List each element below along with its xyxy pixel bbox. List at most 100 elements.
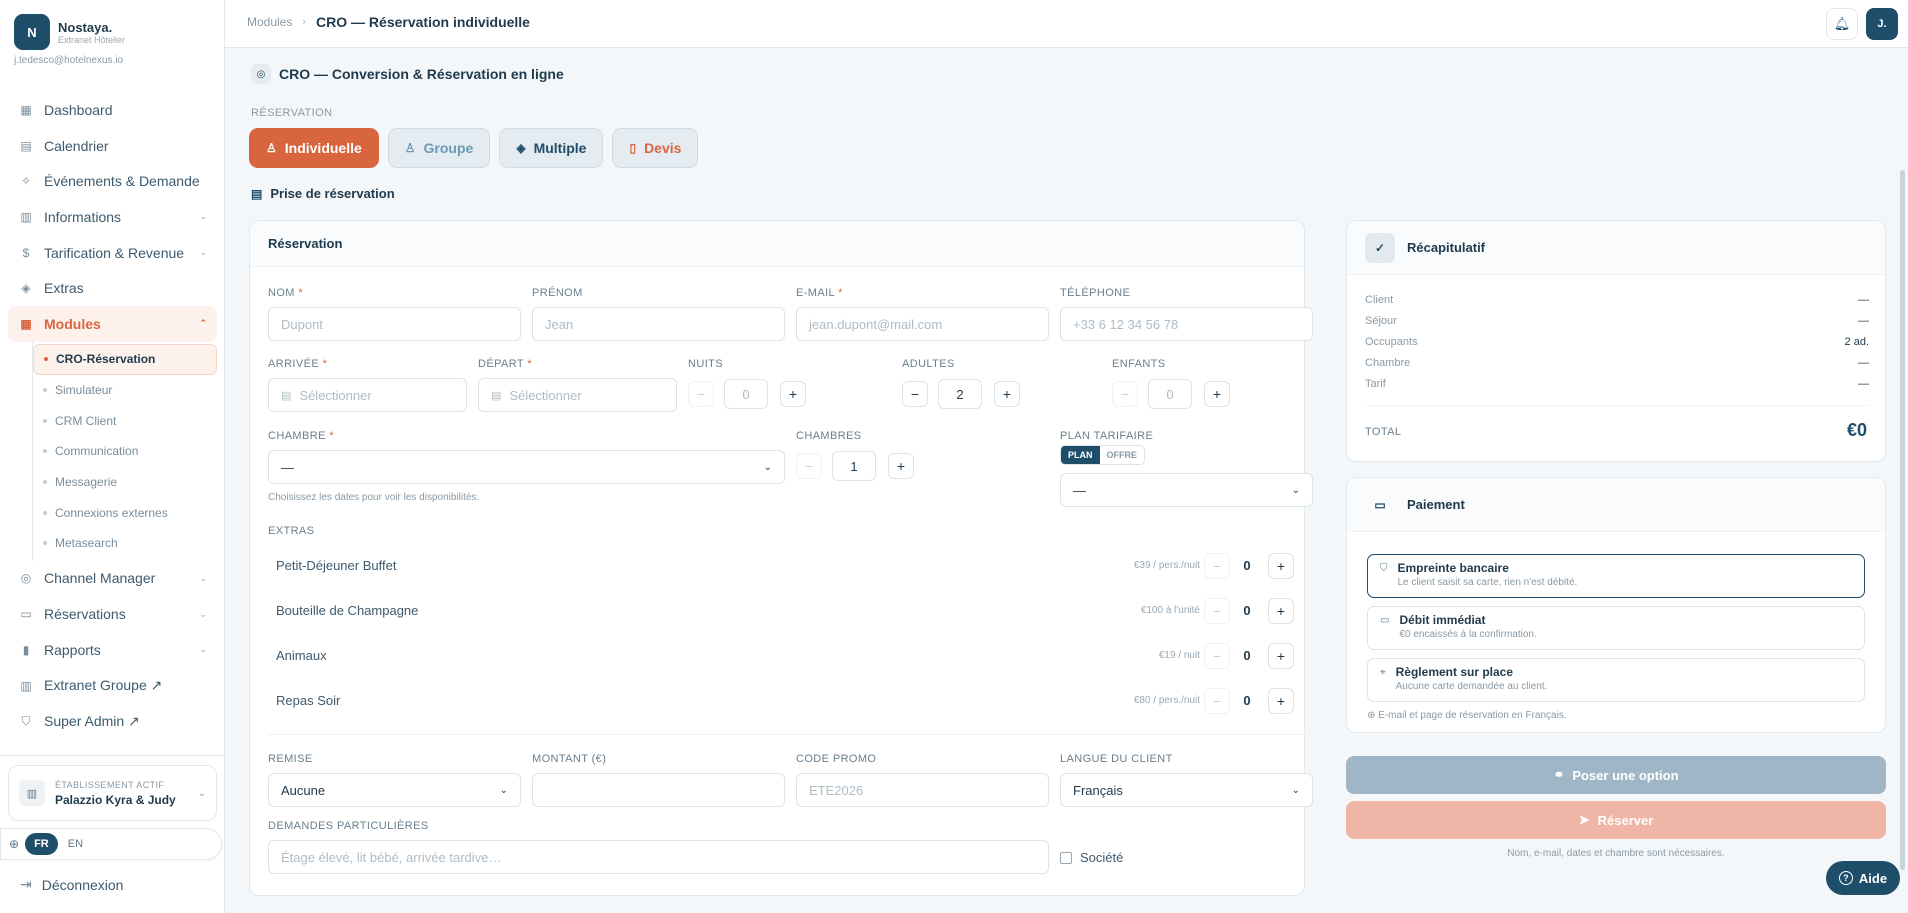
chambre-label: CHAMBRE * [268, 430, 334, 442]
tab-devis[interactable]: ▯ Devis [612, 128, 699, 168]
payment-option-empreinte[interactable]: ⛉ Empreinte bancaire Le client saisit sa … [1367, 554, 1865, 598]
bullet-icon [43, 387, 47, 392]
extra-decrement-button[interactable]: − [1204, 598, 1230, 624]
users-icon: ♙ [404, 141, 416, 155]
adultes-decrement-button[interactable]: − [902, 381, 928, 407]
notifications-button[interactable]: 🔔︎ [1826, 8, 1858, 40]
building-icon: ▥ [20, 209, 32, 224]
section-label-text: Prise de réservation [270, 186, 395, 201]
tab-multiple[interactable]: ◈ Multiple [499, 128, 604, 168]
extra-increment-button[interactable]: + [1268, 643, 1294, 669]
remise-select[interactable]: Aucune ⌄ [268, 773, 521, 807]
sidebar-item-evenements[interactable]: ✧ Événements & Demande [8, 163, 217, 199]
extra-increment-button[interactable]: + [1268, 688, 1294, 714]
adultes-increment-button[interactable]: + [994, 381, 1020, 407]
email-input[interactable]: jean.dupont@mail.com [796, 307, 1049, 341]
nuits-increment-button[interactable]: + [780, 381, 806, 407]
arrivee-date-input[interactable]: ▤ Sélectionner [268, 378, 467, 412]
demandes-input[interactable]: Étage élevé, lit bébé, arrivée tardive… [268, 840, 1049, 874]
sidebar-item-informations[interactable]: ▥ Informations ⌄ [8, 199, 217, 235]
language-en-button[interactable]: EN [68, 838, 83, 850]
societe-checkbox-row[interactable]: Société [1060, 850, 1123, 865]
tab-groupe[interactable]: ♙ Groupe [387, 128, 491, 168]
tab-label: Multiple [533, 140, 587, 156]
submenu-item-label: Metasearch [55, 536, 118, 551]
bullet-icon [43, 479, 47, 484]
sidebar-item-dashboard[interactable]: ▦ Dashboard [8, 92, 217, 128]
submenu-item-cro-reservation[interactable]: CRO-Réservation [33, 343, 217, 375]
sidebar-item-rapports[interactable]: ▮ Rapports ⌄ [8, 632, 217, 668]
adultes-value[interactable]: 2 [938, 379, 982, 409]
submenu-item-communication[interactable]: Communication [33, 436, 217, 467]
prenom-input[interactable]: Jean [532, 307, 785, 341]
langue-select[interactable]: Français ⌄ [1060, 773, 1313, 807]
chambres-value[interactable]: 1 [832, 451, 876, 481]
enfants-increment-button[interactable]: + [1204, 381, 1230, 407]
poser-option-button[interactable]: ⚭ Poser une option [1346, 756, 1886, 794]
depart-date-input[interactable]: ▤ Sélectionner [478, 378, 677, 412]
help-button[interactable]: ? Aide [1826, 861, 1900, 895]
recap-header: ✓ Récapitulatif [1347, 221, 1885, 275]
nom-input[interactable]: Dupont [268, 307, 521, 341]
sidebar-item-super-admin[interactable]: ⛉ Super Admin ↗ [8, 703, 217, 739]
extra-increment-button[interactable]: + [1268, 598, 1294, 624]
enfants-decrement-button[interactable]: − [1112, 381, 1138, 407]
tab-individuelle[interactable]: ♙ Individuelle [249, 128, 379, 168]
chambre-select[interactable]: — ⌄ [268, 450, 785, 484]
sidebar-item-label: Calendrier [44, 137, 109, 154]
toggle-offre[interactable]: OFFRE [1100, 446, 1145, 464]
establishment-selector[interactable]: ▥ ÉTABLISSEMENT ACTIF Palazzio Kyra & Ju… [8, 765, 217, 821]
brand[interactable]: N Nostaya. Extranet Hôtelier [14, 14, 125, 50]
avatar[interactable]: J. [1866, 8, 1898, 40]
code-promo-input[interactable]: ETE2026 [796, 773, 1049, 807]
reservation-mode-tabs: ♙ Individuelle ♙ Groupe ◈ Multiple ▯ Devis [249, 128, 707, 168]
societe-checkbox[interactable] [1060, 851, 1072, 864]
submenu-item-connexions-externes[interactable]: Connexions externes [33, 497, 217, 528]
payment-title: Paiement [1407, 497, 1465, 512]
nom-label: NOM * [268, 287, 304, 299]
sidebar-item-modules[interactable]: ▦ Modules ⌃ [8, 306, 217, 342]
submenu-item-label: Simulateur [55, 382, 113, 397]
toggle-plan[interactable]: PLAN [1061, 446, 1100, 464]
remise-label: REMISE [268, 753, 313, 765]
breadcrumb-root[interactable]: Modules [247, 15, 292, 29]
sidebar-item-channel-manager[interactable]: ◎ Channel Manager ⌄ [8, 561, 217, 597]
submenu-item-label: Communication [55, 444, 139, 459]
payment-option-sur-place[interactable]: ⌖ Règlement sur place Aucune carte demand… [1367, 658, 1865, 702]
check-icon: ✓ [1365, 232, 1395, 263]
nuits-decrement-button[interactable]: − [688, 381, 714, 407]
sidebar-item-reservations[interactable]: ▭ Réservations ⌄ [8, 596, 217, 632]
submenu-item-metasearch[interactable]: Metasearch [33, 528, 217, 559]
extra-decrement-button[interactable]: − [1204, 643, 1230, 669]
sidebar-item-extras[interactable]: ◈ Extras [8, 270, 217, 306]
sidebar-item-calendrier[interactable]: ▤ Calendrier [8, 128, 217, 164]
submenu-item-label: Messagerie [55, 474, 118, 489]
plan-tarifaire-select[interactable]: — ⌄ [1060, 473, 1313, 507]
page-scrollbar[interactable] [1900, 170, 1905, 870]
payment-option-debit[interactable]: ▭ Débit immédiat €0 encaissés à la confir… [1367, 606, 1865, 650]
submenu-item-crm-client[interactable]: CRM Client [33, 405, 217, 436]
sidebar-item-label: Extranet Groupe ↗ [44, 677, 163, 694]
extra-decrement-button[interactable]: − [1204, 553, 1230, 579]
extra-increment-button[interactable]: + [1268, 553, 1294, 579]
sidebar-item-extranet-groupe[interactable]: ▥ Extranet Groupe ↗ [8, 668, 217, 704]
telephone-input[interactable]: +33 6 12 34 56 78 [1060, 307, 1313, 341]
main-content: ◎ CRO — Conversion & Réservation en lign… [225, 48, 1908, 913]
chambres-decrement-button[interactable]: − [796, 453, 822, 479]
tab-label: Groupe [423, 140, 474, 156]
montant-input[interactable] [532, 773, 785, 807]
sidebar-item-tarification[interactable]: $ Tarification & Revenue ⌄ [8, 235, 217, 271]
nuits-value[interactable]: 0 [724, 379, 768, 409]
reserver-button[interactable]: ➤ Réserver [1346, 801, 1886, 839]
enfants-value[interactable]: 0 [1148, 379, 1192, 409]
extra-name: Animaux [276, 648, 327, 663]
language-switch: ⊕ FR EN [0, 828, 222, 860]
logout-button[interactable]: ⇥ Déconnexion [20, 876, 123, 893]
chevron-down-icon: ⌄ [199, 608, 207, 619]
submenu-item-messagerie[interactable]: Messagerie [33, 467, 217, 498]
extra-decrement-button[interactable]: − [1204, 688, 1230, 714]
language-fr-button[interactable]: FR [25, 833, 58, 855]
submenu-item-simulateur[interactable]: Simulateur [33, 375, 217, 406]
chevron-down-icon: ⌄ [199, 644, 207, 655]
chambres-increment-button[interactable]: + [888, 453, 914, 479]
